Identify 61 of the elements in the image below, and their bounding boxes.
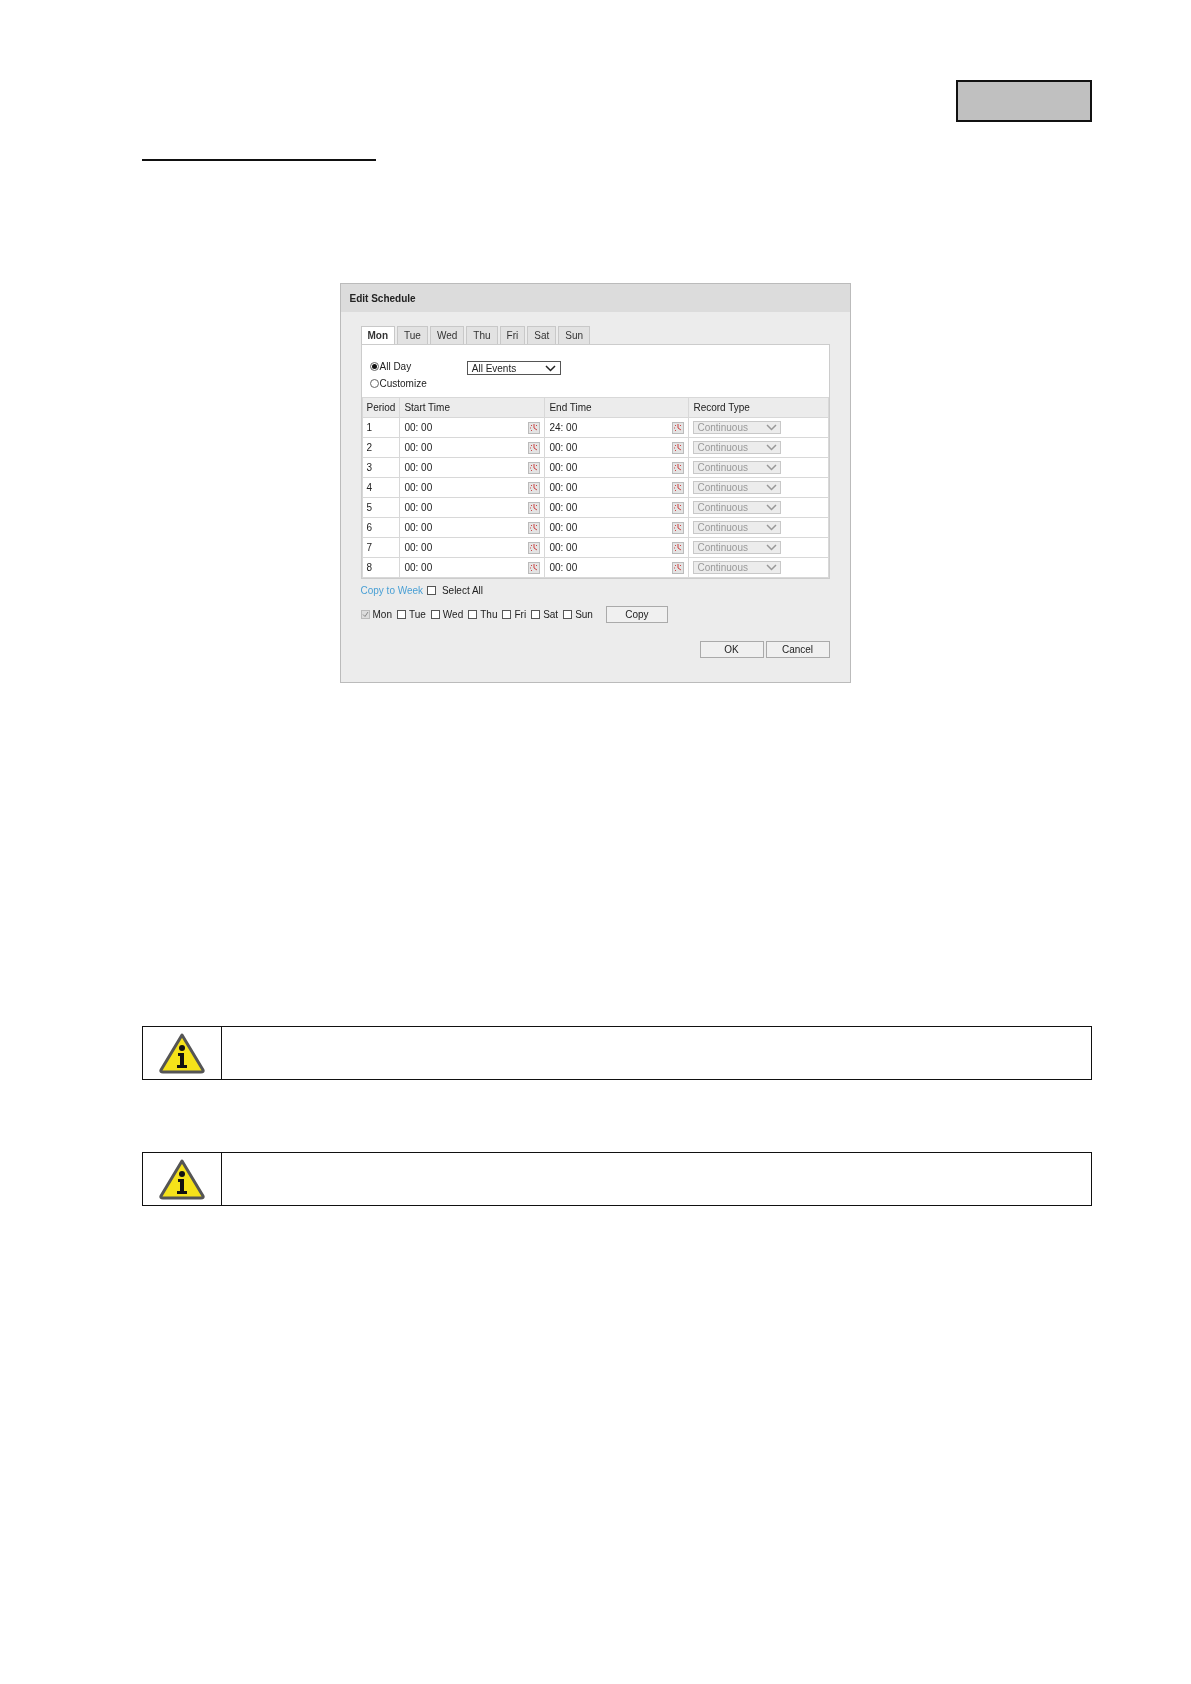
dialog-title: Edit Schedule [349,292,416,304]
table-cell: 4 [362,477,400,498]
day-checkbox[interactable]: Sun [563,609,593,620]
column-header: Start Time [399,397,545,418]
caret-icon [766,464,778,471]
table-cell: 8 [362,557,400,578]
day-tab[interactable]: Mon [360,326,396,344]
clock-icon[interactable] [672,501,685,514]
day-tab[interactable]: Fri [499,326,526,344]
clock-icon[interactable] [528,521,541,534]
dialog-button[interactable]: OK [699,641,764,658]
day-checkbox[interactable]: Tue [396,609,426,620]
copy-button[interactable]: Copy [605,606,668,623]
caret-icon [544,364,556,372]
table-cell: 3 [362,457,400,478]
day-tab[interactable]: Sat [527,326,557,344]
table-cell: 7 [362,537,400,558]
select-all-checkbox[interactable]: Select All [427,585,484,596]
caret-icon [766,504,778,511]
day-tab[interactable]: Tue [397,326,428,344]
caret-icon [766,444,778,451]
clock-icon[interactable] [528,421,541,434]
day-tab[interactable]: Wed [429,326,465,344]
table-cell: 5 [362,497,400,518]
clock-icon[interactable] [672,421,685,434]
mode-radio[interactable]: All Day [369,361,427,372]
table-cell: 1 [362,417,400,438]
column-header: Record Type [688,397,828,418]
caret-icon [766,484,778,491]
clock-icon[interactable] [528,561,541,574]
caret-icon [766,424,778,431]
dialog-button[interactable]: Cancel [765,641,830,658]
clock-icon[interactable] [672,541,685,554]
info-icon [158,1032,206,1074]
day-tab[interactable]: Thu [466,326,498,344]
day-checkbox[interactable]: Thu [468,609,498,620]
day-tab[interactable]: Sun [558,326,591,344]
clock-icon[interactable] [528,501,541,514]
event-select[interactable]: All Events [466,361,561,375]
caret-icon [766,524,778,531]
clock-icon[interactable] [672,521,685,534]
check-icon [361,611,369,618]
day-checkbox[interactable]: Sat [531,609,559,620]
table-cell: 6 [362,517,400,538]
day-checkbox[interactable]: Wed [430,609,464,620]
caret-icon [766,544,778,551]
clock-icon[interactable] [528,481,541,494]
clock-icon[interactable] [528,441,541,454]
clock-icon[interactable] [528,541,541,554]
info-icon [158,1158,206,1200]
table-cell: 2 [362,437,400,458]
column-header: Period [362,397,400,418]
mode-radio[interactable]: Customize [369,378,427,389]
clock-icon[interactable] [528,461,541,474]
caret-icon [766,564,778,571]
column-header: End Time [544,397,689,418]
clock-icon[interactable] [672,441,685,454]
clock-icon[interactable] [672,461,685,474]
day-checkbox[interactable]: Fri [502,609,527,620]
clock-icon[interactable] [672,561,685,574]
clock-icon[interactable] [672,481,685,494]
